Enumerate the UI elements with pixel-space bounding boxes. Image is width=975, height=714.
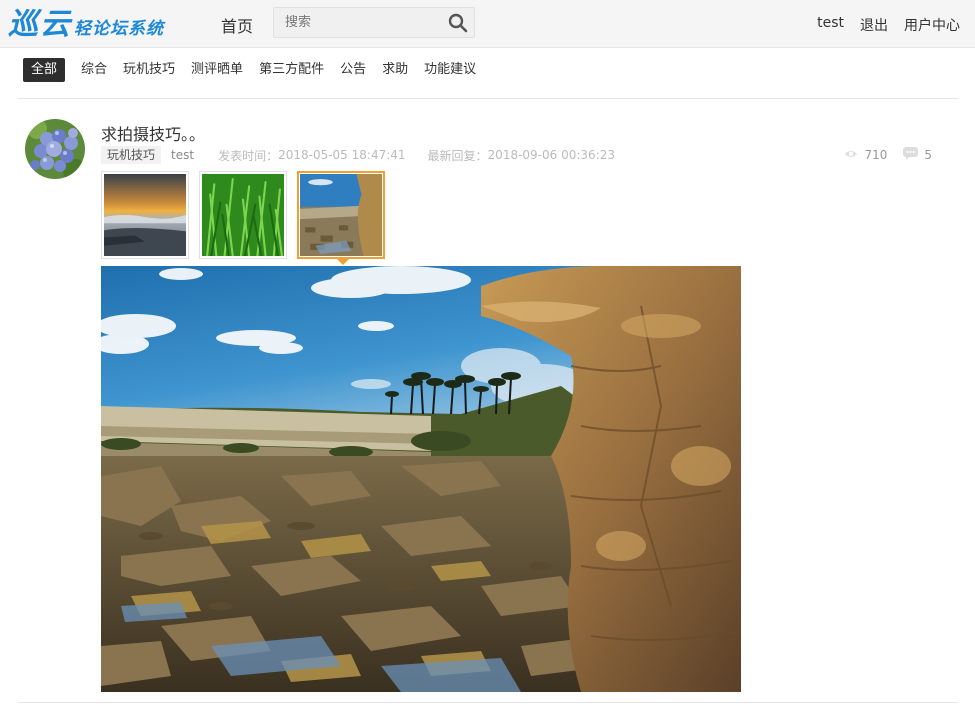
post-tag[interactable]: 玩机技巧 [101, 146, 162, 164]
site-logo[interactable]: 巡云 轻论坛系统 [8, 6, 164, 42]
category-help[interactable]: 求助 [374, 58, 416, 82]
thumbnail-grass[interactable] [199, 171, 287, 259]
thumbnail-rocky-coast[interactable] [297, 171, 385, 265]
search-input[interactable] [274, 8, 442, 37]
avatar[interactable] [25, 119, 85, 179]
comment-icon [903, 147, 919, 163]
category-all[interactable]: 全部 [23, 58, 66, 82]
comment-count: 5 [924, 148, 932, 162]
post-item: 求拍摄技巧。。 玩机技巧 test 发表时间： 2018-05-05 18:47… [18, 99, 958, 703]
category-tips[interactable]: 玩机技巧 [115, 58, 183, 82]
category-announcements[interactable]: 公告 [332, 58, 374, 82]
post-author[interactable]: test [171, 148, 194, 162]
post-title[interactable]: 求拍摄技巧。。 [101, 121, 205, 145]
category-accessories[interactable]: 第三方配件 [251, 58, 332, 82]
thumbnail-list [101, 171, 385, 265]
eye-icon [844, 148, 858, 162]
post-meta: 玩机技巧 test 发表时间： 2018-05-05 18:47:41 最新回复… [101, 146, 615, 164]
main-image[interactable] [101, 266, 741, 692]
category-general[interactable]: 综合 [73, 58, 115, 82]
post-stats: 710 5 [844, 147, 932, 163]
category-suggestions[interactable]: 功能建议 [416, 58, 484, 82]
search-box [273, 7, 475, 38]
home-link[interactable]: 首页 [221, 13, 253, 37]
category-reviews[interactable]: 测评晒单 [183, 58, 251, 82]
logo-main-text: 巡云 [8, 7, 72, 42]
reply-label: 最新回复： [427, 148, 488, 163]
search-icon[interactable] [448, 13, 468, 33]
top-header: 巡云 轻论坛系统 首页 test 退出 用户中心 [0, 0, 975, 48]
user-center-link[interactable]: 用户中心 [904, 15, 960, 35]
category-nav: 全部 综合 玩机技巧 测评晒单 第三方配件 公告 求助 功能建议 [18, 58, 958, 99]
view-count: 710 [864, 148, 888, 162]
published-label: 发表时间： [218, 148, 279, 163]
published-time: 2018-05-05 18:47:41 [278, 148, 406, 162]
user-menu: test 退出 用户中心 [817, 15, 960, 35]
user-name-link[interactable]: test [817, 15, 844, 35]
logout-link[interactable]: 退出 [860, 15, 888, 35]
reply-time: 2018-09-06 00:36:23 [487, 148, 615, 162]
logo-sub-text: 轻论坛系统 [74, 19, 164, 39]
thumbnail-sunset-lake[interactable] [101, 171, 189, 259]
